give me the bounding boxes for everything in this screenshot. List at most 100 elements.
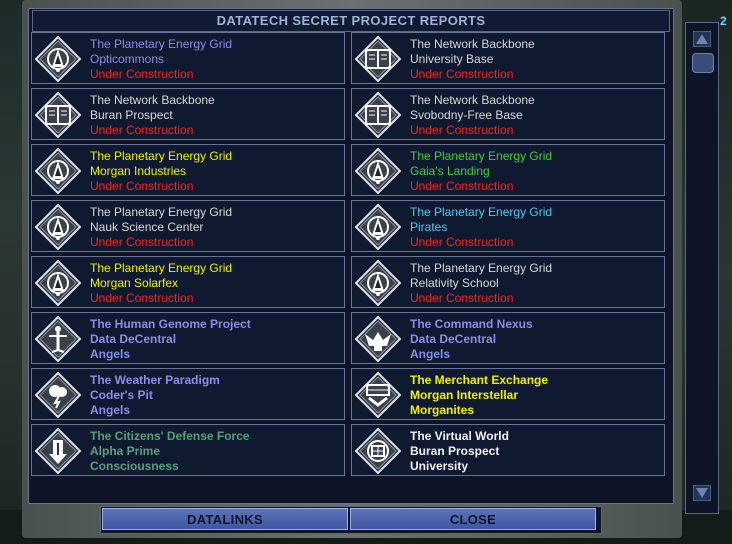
- weather-paradigm-icon: [34, 371, 82, 419]
- project-entry[interactable]: The Citizens' Defense Force Alpha Prime Co…: [31, 424, 345, 476]
- project-entry[interactable]: The Network Backbone Svobodny-Free Base Un…: [351, 88, 665, 140]
- scrollbar[interactable]: [685, 22, 719, 514]
- dialog-title: DATATECH SECRET PROJECT REPORTS: [32, 10, 670, 32]
- project-text: The Human Genome Project Data DeCentral An…: [90, 317, 251, 362]
- project-entry[interactable]: The Command Nexus Data DeCentral Angels: [351, 312, 665, 364]
- base-name: Nauk Science Center: [90, 220, 204, 234]
- base-name: Opticommons: [90, 52, 165, 66]
- project-status: Angels: [90, 403, 131, 417]
- project-status: Under Construction: [410, 291, 514, 305]
- project-grid: The Planetary Energy Grid Opticommons Unde…: [31, 32, 669, 480]
- project-status: Angels: [410, 347, 451, 361]
- base-name: Buran Prospect: [90, 108, 173, 122]
- energy-grid-icon: [34, 147, 82, 195]
- project-text: The Planetary Energy Grid Gaia's Landing U…: [410, 149, 552, 194]
- network-backbone-icon: [354, 91, 402, 139]
- project-text: The Network Backbone Svobodny-Free Base Un…: [410, 93, 535, 138]
- project-status: Under Construction: [90, 67, 194, 81]
- project-status: Under Construction: [90, 123, 194, 137]
- energy-grid-icon: [34, 259, 82, 307]
- project-name: The Planetary Energy Grid: [410, 261, 553, 275]
- base-name: Gaia's Landing: [410, 164, 490, 178]
- project-entry[interactable]: The Human Genome Project Data DeCentral An…: [31, 312, 345, 364]
- network-backbone-icon: [354, 35, 402, 83]
- base-name: Coder's Pit: [90, 388, 153, 402]
- project-name: The Network Backbone: [410, 93, 535, 107]
- project-name: The Weather Paradigm: [90, 373, 220, 387]
- datalinks-button[interactable]: DATALINKS: [102, 508, 348, 530]
- project-name: The Network Backbone: [410, 37, 535, 51]
- project-status: Angels: [90, 347, 131, 361]
- base-name: University Base: [410, 52, 494, 66]
- project-entry[interactable]: The Planetary Energy Grid Morgan Solarfex…: [31, 256, 345, 308]
- command-nexus-icon: [354, 315, 402, 363]
- project-text: The Citizens' Defense Force Alpha Prime Co…: [90, 429, 250, 474]
- scroll-thumb[interactable]: [692, 53, 714, 73]
- project-entry[interactable]: The Network Backbone University Base Under…: [351, 32, 665, 84]
- project-text: The Planetary Energy Grid Morgan Industri…: [90, 149, 232, 194]
- base-name: Morgan Industries: [90, 164, 187, 178]
- project-status: Under Construction: [90, 179, 194, 193]
- energy-grid-icon: [34, 203, 82, 251]
- project-status: Under Construction: [90, 291, 194, 305]
- project-text: The Weather Paradigm Coder's Pit Angels: [90, 373, 220, 418]
- project-text: The Network Backbone University Base Under…: [410, 37, 535, 82]
- energy-grid-icon: [34, 35, 82, 83]
- energy-grid-icon: [354, 259, 402, 307]
- background-left: [0, 0, 24, 544]
- project-entry[interactable]: The Network Backbone Buran Prospect Under …: [31, 88, 345, 140]
- project-status: Under Construction: [410, 67, 514, 81]
- project-entry[interactable]: The Virtual World Buran Prospect Universit…: [351, 424, 665, 476]
- corner-badge: 2: [720, 14, 727, 28]
- citizens-defense-icon: [34, 427, 82, 475]
- project-status: University: [410, 459, 469, 473]
- scroll-up-arrow-icon[interactable]: [693, 31, 711, 47]
- project-name: The Virtual World: [410, 429, 509, 443]
- close-button[interactable]: CLOSE: [350, 508, 596, 530]
- scroll-down-arrow-icon[interactable]: [693, 485, 711, 501]
- project-status: Consciousness: [90, 459, 179, 473]
- human-genome-icon: [34, 315, 82, 363]
- project-name: The Citizens' Defense Force: [90, 429, 250, 443]
- project-text: The Planetary Energy Grid Nauk Science Ce…: [90, 205, 232, 250]
- network-backbone-icon: [34, 91, 82, 139]
- project-text: The Merchant Exchange Morgan Interstellar…: [410, 373, 548, 418]
- project-text: The Planetary Energy Grid Relativity Scho…: [410, 261, 552, 306]
- project-entry[interactable]: The Weather Paradigm Coder's Pit Angels: [31, 368, 345, 420]
- project-status: Under Construction: [410, 123, 514, 137]
- project-name: The Planetary Energy Grid: [90, 149, 233, 163]
- project-entry[interactable]: The Planetary Energy Grid Relativity Scho…: [351, 256, 665, 308]
- base-name: Data DeCentral: [90, 332, 177, 346]
- project-name: The Planetary Energy Grid: [90, 205, 233, 219]
- project-name: The Planetary Energy Grid: [90, 261, 233, 275]
- project-text: The Planetary Energy Grid Morgan Solarfex…: [90, 261, 232, 306]
- project-entry[interactable]: The Merchant Exchange Morgan Interstellar…: [351, 368, 665, 420]
- project-entry[interactable]: The Planetary Energy Grid Opticommons Unde…: [31, 32, 345, 84]
- base-name: Alpha Prime: [90, 444, 161, 458]
- base-name: Morgan Interstellar: [410, 388, 519, 402]
- energy-grid-icon: [354, 147, 402, 195]
- base-name: Pirates: [410, 220, 448, 234]
- project-text: The Network Backbone Buran Prospect Under …: [90, 93, 215, 138]
- project-text: The Planetary Energy Grid Opticommons Unde…: [90, 37, 232, 82]
- energy-grid-icon: [354, 203, 402, 251]
- merchant-exchange-icon: [354, 371, 402, 419]
- project-name: The Command Nexus: [410, 317, 533, 331]
- project-entry[interactable]: The Planetary Energy Grid Gaia's Landing U…: [351, 144, 665, 196]
- base-name: Buran Prospect: [410, 444, 500, 458]
- project-entry[interactable]: The Planetary Energy Grid Morgan Industri…: [31, 144, 345, 196]
- project-name: The Human Genome Project: [90, 317, 251, 331]
- base-name: Svobodny-Free Base: [410, 108, 523, 122]
- project-entry[interactable]: The Planetary Energy Grid Pirates Under Co…: [351, 200, 665, 252]
- project-status: Under Construction: [90, 235, 194, 249]
- project-name: The Planetary Energy Grid: [90, 37, 233, 51]
- project-name: The Merchant Exchange: [410, 373, 549, 387]
- project-text: The Command Nexus Data DeCentral Angels: [410, 317, 533, 362]
- project-status: Under Construction: [410, 235, 514, 249]
- base-name: Data DeCentral: [410, 332, 497, 346]
- project-entry[interactable]: The Planetary Energy Grid Nauk Science Ce…: [31, 200, 345, 252]
- base-name: Relativity School: [410, 276, 499, 290]
- project-name: The Network Backbone: [90, 93, 215, 107]
- project-status: Morganites: [410, 403, 475, 417]
- virtual-world-icon: [354, 427, 402, 475]
